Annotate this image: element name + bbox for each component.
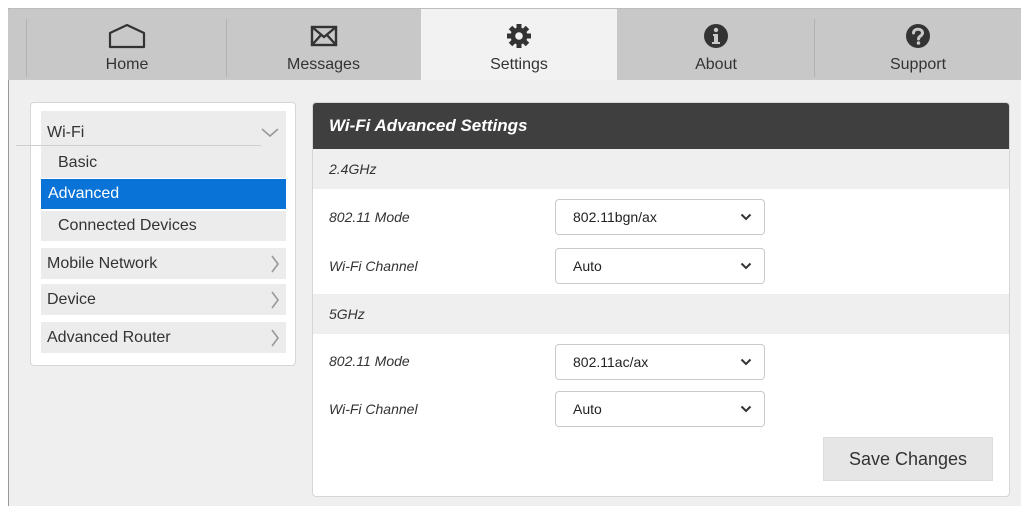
sidebar-group-mobile-network[interactable]: Mobile Network xyxy=(41,248,286,279)
tab-messages-label: Messages xyxy=(287,56,360,73)
envelope-icon xyxy=(310,21,338,51)
channel-select-5ghz[interactable]: Auto xyxy=(555,391,765,427)
settings-sidebar: Wi-Fi Basic Advanced Connected Devices M… xyxy=(30,102,296,366)
chevron-down-icon xyxy=(740,345,752,379)
save-changes-button[interactable]: Save Changes xyxy=(823,437,993,481)
channel-select-2-4ghz[interactable]: Auto xyxy=(555,248,765,284)
chevron-down-icon xyxy=(740,392,752,426)
sidebar-group-label: Mobile Network xyxy=(47,255,158,272)
sidebar-group-label: Advanced Router xyxy=(47,329,171,346)
tab-settings[interactable]: Settings xyxy=(421,9,617,80)
wifi-advanced-panel: Wi-Fi Advanced Settings 2.4GHz 802.11 Mo… xyxy=(312,102,1010,497)
sidebar-item-label: Connected Devices xyxy=(58,217,197,234)
tab-about[interactable]: About xyxy=(618,9,814,80)
home-icon xyxy=(107,21,147,51)
chevron-right-icon xyxy=(270,248,280,279)
sidebar-item-connected-devices[interactable]: Connected Devices xyxy=(41,211,286,241)
select-value: 802.11ac/ax xyxy=(573,354,649,370)
tab-about-label: About xyxy=(695,56,737,73)
section-heading-5ghz: 5GHz xyxy=(313,294,1009,334)
section-heading-2-4ghz: 2.4GHz xyxy=(313,149,1009,189)
channel-label-5ghz: Wi-Fi Channel xyxy=(329,401,418,417)
tab-home[interactable]: Home xyxy=(27,9,227,80)
gear-icon xyxy=(505,21,533,51)
mode-select-5ghz[interactable]: 802.11ac/ax xyxy=(555,344,765,380)
chevron-down-icon xyxy=(740,249,752,283)
tab-messages[interactable]: Messages xyxy=(227,9,420,80)
sidebar-group-label: Device xyxy=(47,291,96,308)
sidebar-group-label: Wi-Fi xyxy=(47,124,85,141)
sidebar-group-device[interactable]: Device xyxy=(41,284,286,315)
channel-label-2-4ghz: Wi-Fi Channel xyxy=(329,258,418,274)
mode-label-2-4ghz: 802.11 Mode xyxy=(329,209,410,225)
sidebar-item-basic[interactable]: Basic xyxy=(41,148,286,178)
mode-select-2-4ghz[interactable]: 802.11bgn/ax xyxy=(555,199,765,235)
divider xyxy=(16,145,261,146)
chevron-right-icon xyxy=(270,284,280,315)
sidebar-group-advanced-router[interactable]: Advanced Router xyxy=(41,322,286,353)
tab-home-label: Home xyxy=(105,56,149,73)
info-icon xyxy=(702,21,730,51)
top-nav: Home Messages Settings About Support xyxy=(8,9,1021,80)
panel-title: Wi-Fi Advanced Settings xyxy=(313,103,1009,149)
select-value: 802.11bgn/ax xyxy=(573,209,657,225)
sidebar-item-label: Advanced xyxy=(48,185,120,202)
tab-settings-label: Settings xyxy=(490,56,548,73)
mode-label-5ghz: 802.11 Mode xyxy=(329,353,410,369)
select-value: Auto xyxy=(573,401,602,417)
sidebar-item-advanced[interactable]: Advanced xyxy=(41,179,286,209)
chevron-right-icon xyxy=(270,322,280,353)
tab-support-label: Support xyxy=(889,56,947,73)
select-value: Auto xyxy=(573,258,602,274)
question-icon xyxy=(904,21,932,51)
tab-support[interactable]: Support xyxy=(815,9,1021,80)
sidebar-item-label: Basic xyxy=(58,154,98,171)
chevron-down-icon xyxy=(740,200,752,234)
